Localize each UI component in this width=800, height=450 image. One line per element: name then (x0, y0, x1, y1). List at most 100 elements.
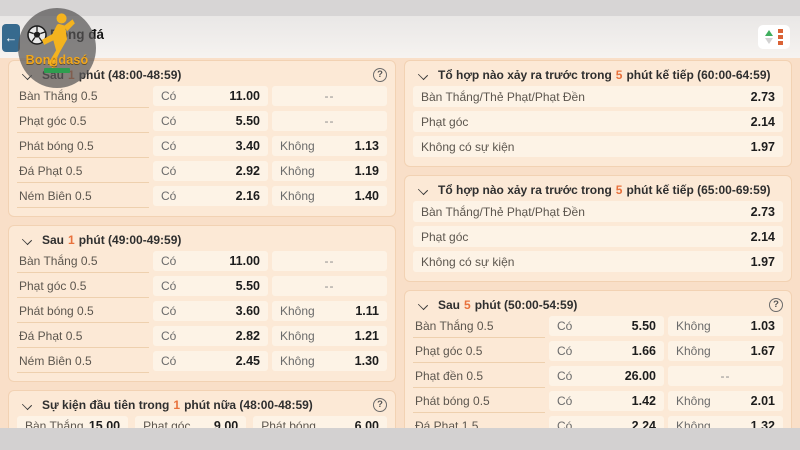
odds-cell-yes[interactable]: Có 2.16 (153, 186, 268, 206)
odds-cell-no[interactable]: -- (272, 276, 387, 296)
market-label: Bàn Thắng 0.5 (17, 251, 149, 273)
odds-cell-yes[interactable]: Có 3.60 (153, 301, 268, 321)
back-arrow-icon: ← (4, 30, 18, 45)
table-row: Phạt góc 0.5 Có 5.50 -- (17, 276, 387, 298)
odds-cell[interactable]: Bàn Thắng/Thẻ Phạt/Phạt Đền 2.73 (413, 201, 783, 222)
odds-cell-yes[interactable]: Có 26.00 (549, 366, 664, 386)
table-row: Phạt góc 0.5 Có 5.50 -- (17, 111, 387, 133)
market-label: Phát bóng 0.5 (413, 391, 545, 413)
table-row: Không có sự kiện 1.97 (413, 251, 783, 272)
table-row: Phạt góc 2.14 (413, 226, 783, 247)
help-icon[interactable]: ? (373, 397, 387, 412)
odds-cell-yes[interactable]: Có 5.50 (153, 276, 268, 296)
panel-combo-next-5-min-65: Tổ hợp nào xảy ra trước trong 5 phút kế … (404, 175, 792, 282)
odds-cell[interactable]: Không có sự kiện 1.97 (413, 136, 783, 157)
odds-cell[interactable]: Bàn Thắng/Thẻ Phạt/Phạt Đền 2.73 (413, 86, 783, 107)
top-strip (0, 0, 800, 16)
market-label: Phạt góc 0.5 (413, 341, 545, 363)
market-label: Ném Biên 0.5 (17, 351, 149, 373)
panel-title-prefix: Tổ hợp nào xảy ra trước trong (438, 182, 612, 197)
panel-title-number: 1 (173, 397, 181, 412)
odds-cell-yes[interactable]: Có 5.50 (549, 316, 664, 336)
market-label: Phát bóng 0.5 (17, 301, 149, 323)
table-row: Đá Phạt 0.5 Có 2.82 Không 1.21 (17, 326, 387, 348)
odds-cell-no[interactable]: Không 1.40 (272, 186, 387, 206)
bottom-strip (0, 428, 800, 450)
table-row: Phát bóng 0.5 Có 3.40 Không 1.13 (17, 136, 387, 158)
panel-title-prefix: Sau (42, 232, 65, 247)
market-label: Phát bóng 0.5 (17, 136, 149, 158)
odds-cell-yes[interactable]: Có 11.00 (153, 251, 268, 271)
market-label: Đá Phạt 0.5 (17, 161, 149, 183)
table-row: Không có sự kiện 1.97 (413, 136, 783, 157)
panel-title-suffix: phút (48:00-48:59) (78, 67, 182, 82)
odds-cell-no[interactable]: Không 1.19 (272, 161, 387, 181)
market-label: Phạt góc 0.5 (17, 111, 149, 133)
sort-arrows-icon[interactable] (765, 30, 773, 44)
panel-header[interactable]: Tổ hợp nào xảy ra trước trong 5 phút kế … (413, 181, 783, 198)
odds-cell-no[interactable]: Không 1.13 (272, 136, 387, 156)
odds-cell-yes[interactable]: Có 2.92 (153, 161, 268, 181)
odds-cell-yes[interactable]: Có 5.50 (153, 111, 268, 131)
odds-cell-no[interactable]: Không 1.11 (272, 301, 387, 321)
chevron-down-icon[interactable] (417, 300, 431, 310)
betting-screen: ← Bóng đá Sau 1 phút (48:00-48:59) ? Bàn… (0, 0, 800, 450)
odds-cell-yes[interactable]: Có 3.40 (153, 136, 268, 156)
panel-header[interactable]: Tổ hợp nào xảy ra trước trong 5 phút kế … (413, 66, 783, 83)
panel-title-prefix: Sau (438, 297, 461, 312)
market-label: Bàn Thắng 0.5 (17, 86, 149, 108)
left-column: Sau 1 phút (48:00-48:59) ? Bàn Thắng 0.5… (8, 60, 396, 450)
odds-cell-yes[interactable]: Có 1.66 (549, 341, 664, 361)
odds-toolbar[interactable] (758, 25, 790, 49)
panel-title-prefix: Sự kiện đầu tiên trong (42, 397, 170, 412)
odds-cell[interactable]: Phạt góc 2.14 (413, 226, 783, 247)
chevron-down-icon[interactable] (417, 70, 431, 80)
panel-title-prefix: Tổ hợp nào xảy ra trước trong (438, 67, 612, 82)
panel-after-5-min-50: Sau 5 phút (50:00-54:59) ? Bàn Thắng 0.5… (404, 290, 792, 450)
odds-cell-no[interactable]: -- (272, 251, 387, 271)
panel-combo-next-5-min-60: Tổ hợp nào xảy ra trước trong 5 phút kế … (404, 60, 792, 167)
odds-cell-no[interactable]: Không 2.01 (668, 391, 783, 411)
panel-title-suffix: phút nữa (48:00-48:59) (184, 397, 313, 412)
table-row: Đá Phạt 0.5 Có 2.92 Không 1.19 (17, 161, 387, 183)
odds-cell-yes[interactable]: Có2.45 (153, 351, 268, 371)
odds-cell-no[interactable]: -- (668, 366, 783, 386)
table-row: Bàn Thắng/Thẻ Phạt/Phạt Đền 2.73 (413, 86, 783, 107)
table-row: Phạt góc 2.14 (413, 111, 783, 132)
panel-header[interactable]: Sau 1 phút (48:00-48:59) ? (17, 66, 387, 83)
panel-title-number: 5 (615, 182, 623, 197)
chevron-down-icon[interactable] (417, 185, 431, 195)
table-row: Phát bóng 0.5 Có 3.60 Không 1.11 (17, 301, 387, 323)
menu-dots-icon[interactable] (778, 29, 783, 45)
market-label: Phạt đền 0.5 (413, 366, 545, 388)
chevron-down-icon[interactable] (21, 235, 35, 245)
odds-cell-yes[interactable]: Có 11.00 (153, 86, 268, 106)
odds-cell[interactable]: Không có sự kiện 1.97 (413, 251, 783, 272)
odds-cell[interactable]: Phạt góc 2.14 (413, 111, 783, 132)
help-icon[interactable]: ? (373, 67, 387, 82)
panel-header[interactable]: Sau 1 phút (49:00-49:59) (17, 231, 387, 248)
panel-title-number: 5 (464, 297, 471, 312)
odds-content: Sau 1 phút (48:00-48:59) ? Bàn Thắng 0.5… (0, 58, 800, 450)
odds-cell-no[interactable]: Không 1.30 (272, 351, 387, 371)
back-button[interactable]: ← (2, 24, 20, 52)
odds-cell-no[interactable]: -- (272, 111, 387, 131)
chevron-down-icon[interactable] (21, 70, 35, 80)
right-column: Tổ hợp nào xảy ra trước trong 5 phút kế … (404, 60, 792, 450)
panel-header[interactable]: Sự kiện đầu tiên trong 1 phút nữa (48:00… (17, 396, 387, 413)
odds-cell-no[interactable]: Không 1.21 (272, 326, 387, 346)
panel-title-number: 1 (68, 67, 75, 82)
odds-cell-yes[interactable]: Có 2.82 (153, 326, 268, 346)
odds-cell-no[interactable]: -- (272, 86, 387, 106)
chevron-down-icon[interactable] (21, 400, 35, 410)
market-label: Phạt góc 0.5 (17, 276, 149, 298)
panel-title-number: 1 (68, 232, 75, 247)
panel-title-suffix: phút (49:00-49:59) (78, 232, 182, 247)
table-row: Phạt góc 0.5 Có 1.66 Không 1.67 (413, 341, 783, 363)
odds-cell-yes[interactable]: Có 1.42 (549, 391, 664, 411)
help-icon[interactable]: ? (769, 297, 783, 312)
table-row: Bàn Thắng 0.5 Có 11.00 -- (17, 251, 387, 273)
panel-header[interactable]: Sau 5 phút (50:00-54:59) ? (413, 296, 783, 313)
odds-cell-no[interactable]: Không 1.67 (668, 341, 783, 361)
odds-cell-no[interactable]: Không 1.03 (668, 316, 783, 336)
